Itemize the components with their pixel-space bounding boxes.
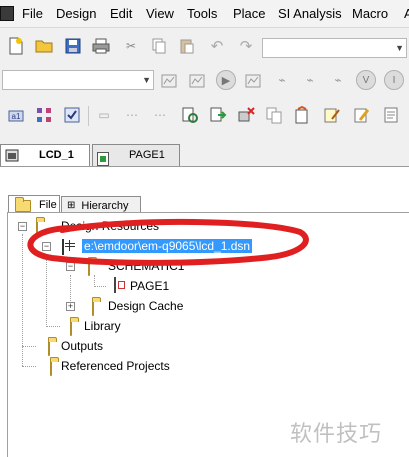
menu-macro[interactable]: Macro	[352, 6, 388, 21]
menu-view[interactable]: View	[146, 6, 174, 21]
menu-design[interactable]: Design	[56, 6, 96, 21]
profile-combo[interactable]: ▼	[2, 70, 154, 90]
expand-toggle[interactable]: +	[66, 302, 75, 311]
open-folder-icon[interactable]	[34, 36, 54, 56]
tree-item-page1[interactable]: PAGE1	[130, 279, 169, 293]
cut-icon[interactable]: ✂	[121, 36, 141, 56]
menu-si-analysis[interactable]: SI Analysis	[278, 6, 342, 21]
menu-place[interactable]: Place	[233, 6, 266, 21]
print-icon[interactable]	[91, 36, 111, 56]
tree-line	[22, 366, 36, 367]
probe-icon[interactable]: ⌁	[272, 70, 292, 90]
tree-item-referenced-projects[interactable]: Referenced Projects	[61, 359, 170, 373]
bom-icon[interactable]: ▭	[94, 105, 114, 125]
capture-toolbar: a1 ▭ ⋯ ⋯	[0, 98, 409, 134]
tree-line	[94, 286, 106, 287]
voltage-marker-icon[interactable]: V	[356, 70, 376, 90]
folder-icon	[48, 340, 50, 356]
folder-icon	[70, 320, 72, 336]
save-icon[interactable]	[63, 36, 83, 56]
standard-toolbar: ✂ ↶ ↷ ▼	[0, 30, 409, 62]
folder-icon	[50, 360, 52, 376]
delete-part-icon[interactable]	[236, 105, 256, 125]
current-marker-icon[interactable]: I	[384, 70, 404, 90]
report-icon[interactable]	[382, 105, 402, 125]
simulation-toolbar: ▼ ▶ ⌁ ⌁ ⌁ V I	[0, 64, 409, 96]
tab-label: PAGE1	[129, 149, 165, 161]
watermark: 软件技巧	[290, 422, 383, 447]
edit-profile-icon[interactable]	[188, 70, 208, 90]
chevron-down-icon[interactable]: ▼	[395, 43, 404, 53]
run-icon[interactable]: ▶	[216, 70, 236, 90]
cross-reference-icon[interactable]	[180, 105, 200, 125]
tree-line	[22, 346, 36, 347]
tree-item-outputs[interactable]: Outputs	[61, 339, 103, 353]
menu-edit[interactable]: Edit	[110, 6, 132, 21]
export-icon[interactable]	[208, 105, 228, 125]
netlist-icon[interactable]	[34, 105, 54, 125]
tab-label: LCD_1	[39, 149, 74, 161]
tab-label: Hierarchy	[81, 199, 129, 212]
menu-file[interactable]: File	[22, 6, 43, 21]
new-icon[interactable]	[6, 36, 26, 56]
probe-icon[interactable]: ⌁	[328, 70, 348, 90]
schematic-page-icon	[114, 277, 116, 293]
results-icon[interactable]	[244, 70, 264, 90]
new-profile-icon[interactable]	[160, 70, 180, 90]
tree-item-library[interactable]: Library	[84, 319, 121, 333]
copy-icon[interactable]	[149, 36, 169, 56]
paste-icon[interactable]	[177, 36, 197, 56]
tab-label: File	[39, 198, 57, 211]
properties-icon[interactable]	[292, 105, 312, 125]
menu-tools[interactable]: Tools	[187, 6, 217, 21]
tree-item-design-cache[interactable]: Design Cache	[108, 299, 183, 313]
search-combo[interactable]: ▼	[262, 38, 407, 58]
folder-icon	[15, 196, 31, 212]
app-icon[interactable]	[0, 6, 14, 21]
menu-accessories[interactable]: A	[404, 6, 409, 21]
tab-page1[interactable]: PAGE1	[92, 144, 180, 166]
menu-bar: File Design Edit View Tools Place SI Ana…	[0, 0, 409, 28]
annotate-icon[interactable]: a1	[6, 105, 26, 125]
tab-file[interactable]: File	[8, 195, 60, 213]
probe-icon[interactable]: ⌁	[300, 70, 320, 90]
wire-icon[interactable]: ⋯	[122, 105, 142, 125]
svg-text:a1: a1	[12, 112, 21, 121]
chevron-down-icon[interactable]: ▼	[142, 75, 151, 85]
toolbar-separator	[88, 106, 89, 126]
folder-icon	[92, 300, 94, 316]
drc-icon[interactable]	[62, 105, 82, 125]
schematic-page-icon	[97, 151, 109, 166]
undo-icon[interactable]: ↶	[207, 36, 227, 56]
hierarchy-icon: ⊞	[67, 200, 76, 211]
tab-lcd-1[interactable]: LCD_1	[0, 144, 90, 166]
redo-icon[interactable]: ↷	[236, 36, 256, 56]
edit-notes-icon[interactable]	[322, 105, 342, 125]
red-annotation-circle	[27, 218, 309, 266]
pencil-icon[interactable]	[352, 105, 372, 125]
tree-line	[46, 326, 60, 327]
project-icon	[5, 149, 19, 165]
bus-icon[interactable]: ⋯	[150, 105, 170, 125]
update-part-icon[interactable]	[264, 105, 284, 125]
